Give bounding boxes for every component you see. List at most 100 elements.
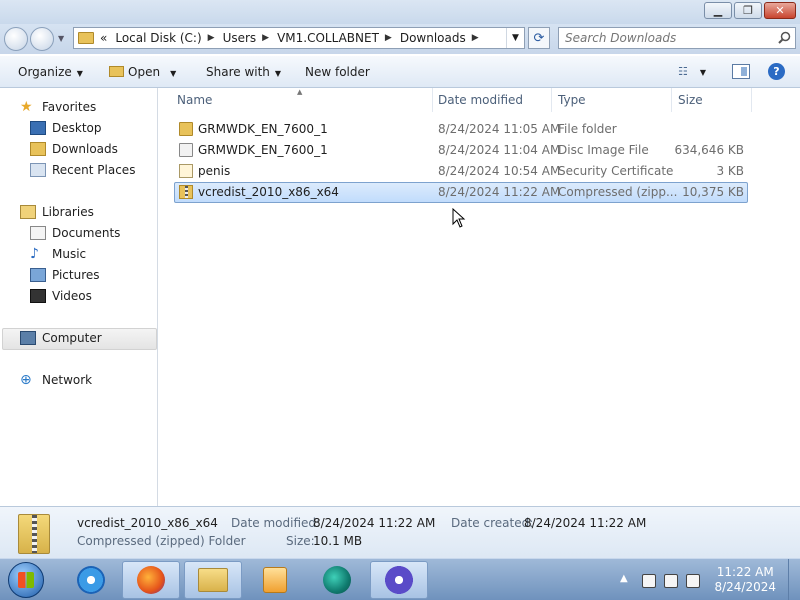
- chevron-down-icon: ▼: [699, 68, 707, 77]
- system-tray: ▲ 11:22 AM 8/24/2024: [610, 559, 800, 600]
- open-label: Open: [128, 65, 161, 79]
- show-hidden-icons-button[interactable]: ▲: [620, 573, 628, 584]
- file-size: [672, 120, 744, 139]
- folder-icon: [109, 66, 124, 77]
- back-button[interactable]: [4, 27, 28, 51]
- clock[interactable]: 11:22 AM 8/24/2024: [714, 565, 776, 595]
- taskbar-app-green[interactable]: [308, 561, 366, 599]
- file-type: Security Certificate: [558, 164, 674, 178]
- share-with-button[interactable]: Share with ▼: [206, 65, 281, 79]
- column-header-size[interactable]: Size: [672, 88, 752, 112]
- file-date: 8/24/2024 10:54 AM: [438, 164, 561, 178]
- window-controls: ▁ ❐ ✕: [704, 2, 796, 19]
- address-bar[interactable]: « Local Disk (C:) ▶ Users ▶ VM1.COLLABNE…: [73, 27, 525, 49]
- clock-time: 11:22 AM: [716, 565, 774, 579]
- organize-label: Organize: [18, 65, 72, 79]
- help-icon[interactable]: ?: [768, 63, 785, 80]
- column-header-date-modified[interactable]: Date modified: [432, 88, 552, 112]
- details-date-modified: 8/24/2024 11:22 AM: [313, 516, 436, 530]
- file-date: 8/24/2024 11:04 AM: [438, 143, 561, 157]
- nav-item-pictures[interactable]: Pictures: [30, 265, 100, 285]
- refresh-button[interactable]: ⟳: [528, 27, 550, 49]
- maximize-button[interactable]: ❐: [734, 2, 762, 19]
- mouse-cursor-icon: [452, 208, 466, 228]
- network-tray-icon[interactable]: [664, 574, 678, 588]
- close-button[interactable]: ✕: [764, 2, 796, 19]
- nav-label: Documents: [52, 226, 121, 240]
- nav-label: Libraries: [42, 205, 94, 219]
- libraries-icon: [20, 205, 36, 219]
- organize-button[interactable]: Organize ▼: [18, 65, 83, 79]
- chevron-down-icon: ▼: [76, 69, 83, 78]
- nav-item-network[interactable]: ⊕ Network: [20, 370, 92, 390]
- open-button[interactable]: Open ▼: [109, 65, 176, 79]
- breadcrumb-users[interactable]: Users: [223, 31, 257, 45]
- taskbar-firefox[interactable]: [122, 561, 180, 599]
- chevron-right-icon[interactable]: ▶: [472, 33, 479, 43]
- preview-pane-icon[interactable]: [732, 64, 750, 79]
- taskbar: ▲ 11:22 AM 8/24/2024: [0, 558, 800, 600]
- show-desktop-button[interactable]: [788, 559, 800, 600]
- certificate-icon: [179, 164, 193, 178]
- table-row[interactable]: GRMWDK_EN_7600_1 8/24/2024 11:04 AM Disc…: [0, 141, 800, 160]
- column-header-type[interactable]: Type: [552, 88, 672, 112]
- minimize-button[interactable]: ▁: [704, 2, 732, 19]
- details-file-name: vcredist_2010_x86_x64: [77, 516, 218, 530]
- volume-muted-icon[interactable]: [686, 574, 700, 588]
- nav-item-computer[interactable]: Computer: [20, 328, 102, 348]
- nav-label: Videos: [52, 289, 92, 303]
- breadcrumb-local-disk[interactable]: Local Disk (C:): [115, 31, 201, 45]
- chevron-right-icon[interactable]: ▶: [208, 33, 215, 43]
- nav-item-favorites[interactable]: ★ Favorites: [20, 97, 96, 117]
- file-name: GRMWDK_EN_7600_1: [198, 143, 328, 157]
- nav-label: Music: [52, 247, 87, 261]
- change-view-button[interactable]: ☷ ▼: [678, 64, 706, 78]
- taskbar-media-player[interactable]: [246, 561, 304, 599]
- application-icon: [323, 566, 351, 594]
- nav-label: Network: [42, 373, 93, 387]
- breadcrumb-vm1-collabnet[interactable]: VM1.COLLABNET: [277, 31, 379, 45]
- clock-date: 8/24/2024: [714, 580, 776, 594]
- command-bar: Organize ▼ Open ▼ Share with ▼ New folder ☷…: [0, 56, 800, 88]
- search-input[interactable]: [559, 28, 769, 48]
- documents-icon: [30, 226, 46, 240]
- action-center-flag-icon[interactable]: [642, 574, 656, 588]
- chevron-right-icon[interactable]: ▶: [262, 33, 269, 43]
- address-dropdown-button[interactable]: ▼: [506, 28, 524, 48]
- file-date: 8/24/2024 11:22 AM: [438, 185, 561, 199]
- folder-icon: [78, 32, 94, 44]
- breadcrumb-downloads[interactable]: Downloads: [400, 31, 466, 45]
- file-type: Disc Image File: [558, 143, 649, 157]
- nav-item-videos[interactable]: Videos: [30, 286, 92, 306]
- taskbar-file-explorer[interactable]: [184, 561, 242, 599]
- nav-item-documents[interactable]: Documents: [30, 223, 120, 243]
- pictures-icon: [30, 268, 46, 282]
- videos-icon: [30, 289, 46, 303]
- view-options-icon: ☷: [678, 65, 688, 78]
- details-size: 10.1 MB: [313, 534, 363, 548]
- table-row[interactable]: GRMWDK_EN_7600_1 8/24/2024 11:05 AM File…: [0, 120, 800, 139]
- file-explorer-icon: [198, 568, 228, 592]
- breadcrumb-overflow[interactable]: «: [100, 31, 107, 45]
- file-type: Compressed (zipp...: [558, 185, 678, 199]
- file-size: 634,646 KB: [674, 143, 744, 157]
- recent-pages-dropdown[interactable]: ▼: [58, 34, 64, 43]
- share-with-label: Share with: [206, 65, 270, 79]
- chevron-right-icon[interactable]: ▶: [385, 33, 392, 43]
- table-row[interactable]: penis 8/24/2024 10:54 AM Security Certif…: [0, 162, 800, 181]
- taskbar-internet-explorer[interactable]: [62, 561, 120, 599]
- nav-item-music[interactable]: ♪ Music: [30, 244, 86, 264]
- file-name: vcredist_2010_x86_x64: [198, 185, 339, 199]
- computer-icon: [20, 331, 36, 345]
- nav-item-libraries[interactable]: Libraries: [20, 202, 94, 222]
- table-row-selected[interactable]: vcredist_2010_x86_x64 8/24/2024 11:22 AM…: [0, 183, 800, 202]
- new-folder-button[interactable]: New folder: [305, 65, 370, 79]
- forward-button[interactable]: [30, 27, 54, 51]
- search-icon[interactable]: [778, 31, 791, 44]
- search-box[interactable]: [558, 27, 796, 49]
- start-button[interactable]: [8, 562, 44, 598]
- nav-label: Favorites: [42, 100, 97, 114]
- taskbar-visual-studio[interactable]: [370, 561, 428, 599]
- file-type: File folder: [558, 122, 617, 136]
- chevron-down-icon: ▼: [170, 69, 177, 78]
